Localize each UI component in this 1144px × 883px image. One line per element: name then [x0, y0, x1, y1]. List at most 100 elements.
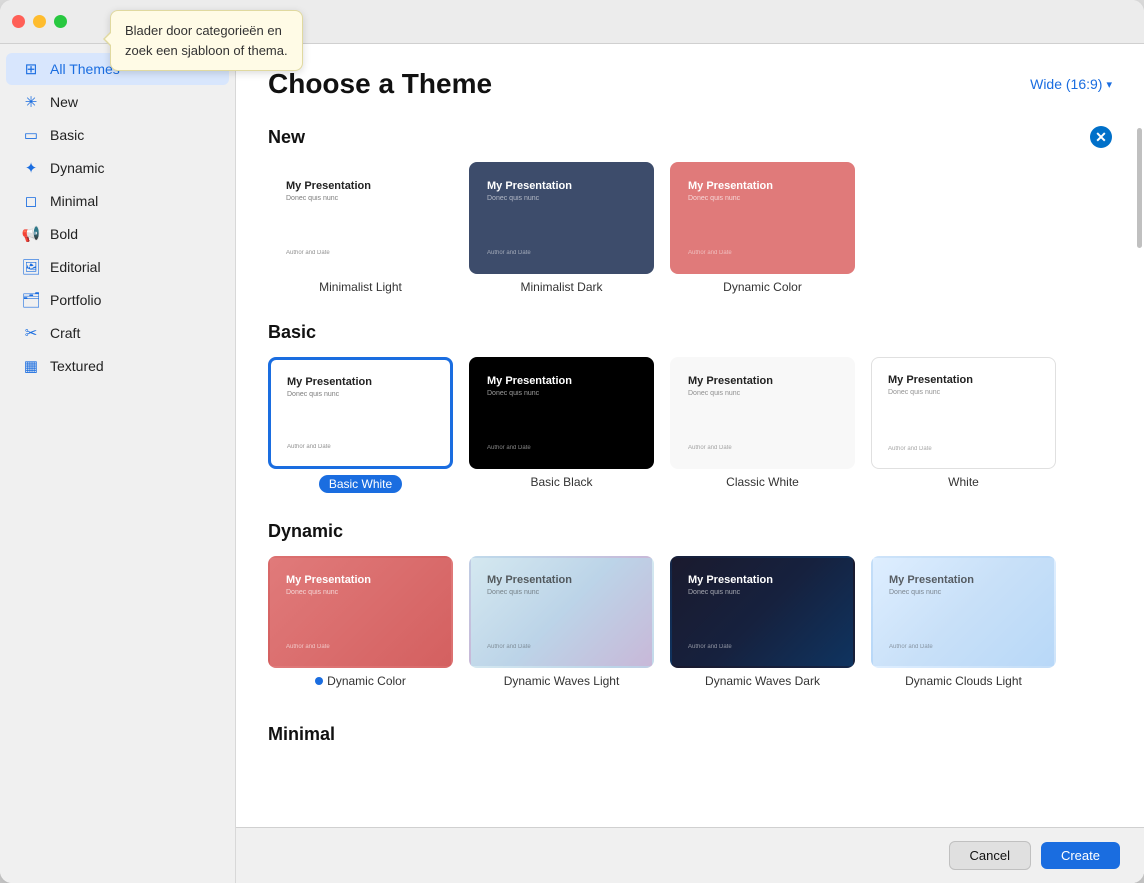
theme-label-basic-white: Basic White: [319, 475, 402, 493]
section-dynamic-title: Dynamic: [268, 521, 343, 542]
preview-subtitle-dyn-waves-dark: Donec quis nunc: [688, 589, 837, 596]
preview-subtitle-dyn: Donec quis nunc: [688, 195, 837, 202]
sidebar-label-minimal: Minimal: [50, 193, 98, 209]
preview-subtitle: Donec quis nunc: [286, 195, 435, 202]
preview-author-dyn: Author and Date: [688, 250, 837, 256]
section-minimal-title: Minimal: [268, 716, 1112, 745]
craft-icon: ✂: [22, 324, 40, 342]
theme-label-dynamic-clouds-light: Dynamic Clouds Light: [905, 674, 1022, 688]
thumb-dyn-waves-light: My Presentation Donec quis nunc Author a…: [469, 556, 654, 668]
section-new: New ✕ My Presentation Donec quis nunc Au: [268, 126, 1112, 294]
theme-dynamic-color-new[interactable]: My Presentation Donec quis nunc Author a…: [670, 162, 855, 294]
theme-label-dynamic-color: Dynamic Color: [315, 674, 406, 688]
thumb-dyn-clouds-light: My Presentation Donec quis nunc Author a…: [871, 556, 1056, 668]
close-button[interactable]: [12, 15, 25, 28]
sidebar-item-basic[interactable]: ▭ Basic: [6, 119, 229, 151]
aspect-selector[interactable]: Wide (16:9) ▾: [1030, 76, 1112, 92]
thumb-white: My Presentation Donec quis nunc Author a…: [871, 357, 1056, 469]
editorial-icon: 🖼: [22, 258, 40, 276]
preview-title-dyn: My Presentation: [688, 180, 837, 192]
sidebar-item-bold[interactable]: 📢 Bold: [6, 218, 229, 250]
preview-subtitle-dyn-color: Donec quis nunc: [286, 589, 435, 596]
sidebar-item-textured[interactable]: ▦ Textured: [6, 350, 229, 382]
dynamic-icon: ✦: [22, 159, 40, 177]
sidebar-item-dynamic[interactable]: ✦ Dynamic: [6, 152, 229, 184]
preview-author-dark: Author and Date: [487, 250, 636, 256]
content-header: Choose a Theme Wide (16:9) ▾: [236, 44, 1144, 108]
preview-subtitle-white: Donec quis nunc: [888, 389, 1039, 396]
page-title: Choose a Theme: [268, 68, 492, 100]
sidebar: ⊞ All Themes ✳ New ▭ Basic ✦ Dynamic ◻ M…: [0, 44, 236, 883]
theme-minimalist-light[interactable]: My Presentation Donec quis nunc Author a…: [268, 162, 453, 294]
sidebar-label-bold: Bold: [50, 226, 78, 242]
preview-title-white: My Presentation: [888, 374, 1039, 386]
textured-icon: ▦: [22, 357, 40, 375]
thumb-minimalist-light: My Presentation Donec quis nunc Author a…: [268, 162, 453, 274]
main-window: Blader door categorieën en zoek een sjab…: [0, 0, 1144, 883]
minimize-button[interactable]: [33, 15, 46, 28]
preview-author-classic-white: Author and Date: [688, 445, 837, 451]
preview-title-dyn-color: My Presentation: [286, 574, 435, 586]
theme-basic-black[interactable]: My Presentation Donec quis nunc Author a…: [469, 357, 654, 493]
theme-classic-white[interactable]: My Presentation Donec quis nunc Author a…: [670, 357, 855, 493]
portfolio-icon: 🗂: [22, 291, 40, 309]
create-button[interactable]: Create: [1041, 842, 1120, 869]
section-new-title: New: [268, 127, 305, 148]
scrollbar-thumb[interactable]: [1137, 128, 1142, 248]
preview-title-dyn-clouds-light: My Presentation: [889, 574, 1038, 586]
sidebar-item-new[interactable]: ✳ New: [6, 86, 229, 118]
theme-white[interactable]: My Presentation Donec quis nunc Author a…: [871, 357, 1056, 493]
section-dynamic-header: Dynamic: [268, 521, 1112, 542]
grid-icon: ⊞: [22, 60, 40, 78]
theme-label-basic-black: Basic Black: [530, 475, 592, 489]
theme-minimalist-dark[interactable]: My Presentation Donec quis nunc Author a…: [469, 162, 654, 294]
theme-label-minimalist-dark: Minimalist Dark: [520, 280, 602, 294]
preview-subtitle-dyn-waves-light: Donec quis nunc: [487, 589, 636, 596]
tooltip-line2: zoek een sjabloon of thema.: [125, 43, 288, 58]
sidebar-item-editorial[interactable]: 🖼 Editorial: [6, 251, 229, 283]
basic-themes-row: My Presentation Donec quis nunc Author a…: [268, 357, 1112, 493]
sidebar-label-dynamic: Dynamic: [50, 160, 104, 176]
preview-author-dyn-waves-light: Author and Date: [487, 644, 636, 650]
preview-title-classic-white: My Presentation: [688, 375, 837, 387]
sidebar-item-craft[interactable]: ✂ Craft: [6, 317, 229, 349]
basic-icon: ▭: [22, 126, 40, 144]
footer: Cancel Create: [236, 827, 1144, 883]
sidebar-label-portfolio: Portfolio: [50, 292, 101, 308]
preview-author-dyn-waves-dark: Author and Date: [688, 644, 837, 650]
thumb-dyn-waves-dark: My Presentation Donec quis nunc Author a…: [670, 556, 855, 668]
theme-dynamic-color[interactable]: My Presentation Donec quis nunc Author a…: [268, 556, 453, 688]
content-wrapper: New ✕ My Presentation Donec quis nunc Au: [236, 108, 1144, 827]
tooltip-bubble: Blader door categorieën en zoek een sjab…: [110, 10, 303, 71]
section-basic: Basic My Presentation Donec quis nunc Au…: [268, 322, 1112, 493]
thumb-dynamic-color-new: My Presentation Donec quis nunc Author a…: [670, 162, 855, 274]
theme-dynamic-waves-light[interactable]: My Presentation Donec quis nunc Author a…: [469, 556, 654, 688]
sidebar-item-minimal[interactable]: ◻ Minimal: [6, 185, 229, 217]
cancel-button[interactable]: Cancel: [949, 841, 1031, 870]
preview-author-dyn-clouds-light: Author and Date: [889, 644, 1038, 650]
theme-label-minimalist-light: Minimalist Light: [319, 280, 402, 294]
selected-dot-indicator: [315, 677, 323, 685]
theme-basic-white[interactable]: My Presentation Donec quis nunc Author a…: [268, 357, 453, 493]
fullscreen-button[interactable]: [54, 15, 67, 28]
preview-subtitle-dyn-clouds-light: Donec quis nunc: [889, 589, 1038, 596]
sidebar-item-portfolio[interactable]: 🗂 Portfolio: [6, 284, 229, 316]
sidebar-label-craft: Craft: [50, 325, 80, 341]
theme-label-dynamic-color-new: Dynamic Color: [723, 280, 802, 294]
preview-author-basic-black: Author and Date: [487, 445, 636, 451]
preview-title-dark: My Presentation: [487, 180, 636, 192]
theme-dynamic-clouds-light[interactable]: My Presentation Donec quis nunc Author a…: [871, 556, 1056, 688]
tooltip-line1: Blader door categorieën en: [125, 23, 282, 38]
thumb-classic-white: My Presentation Donec quis nunc Author a…: [670, 357, 855, 469]
main-content: ⊞ All Themes ✳ New ▭ Basic ✦ Dynamic ◻ M…: [0, 44, 1144, 883]
section-basic-title: Basic: [268, 322, 316, 343]
sidebar-label-new: New: [50, 94, 78, 110]
thumb-dyn-color: My Presentation Donec quis nunc Author a…: [268, 556, 453, 668]
new-icon: ✳: [22, 93, 40, 111]
theme-dynamic-waves-dark[interactable]: My Presentation Donec quis nunc Author a…: [670, 556, 855, 688]
close-new-section-button[interactable]: ✕: [1090, 126, 1112, 148]
section-new-header: New ✕: [268, 126, 1112, 148]
scrollbar-track: [1136, 108, 1144, 827]
themes-scroll[interactable]: New ✕ My Presentation Donec quis nunc Au: [236, 108, 1144, 827]
preview-subtitle-basic-black: Donec quis nunc: [487, 390, 636, 397]
